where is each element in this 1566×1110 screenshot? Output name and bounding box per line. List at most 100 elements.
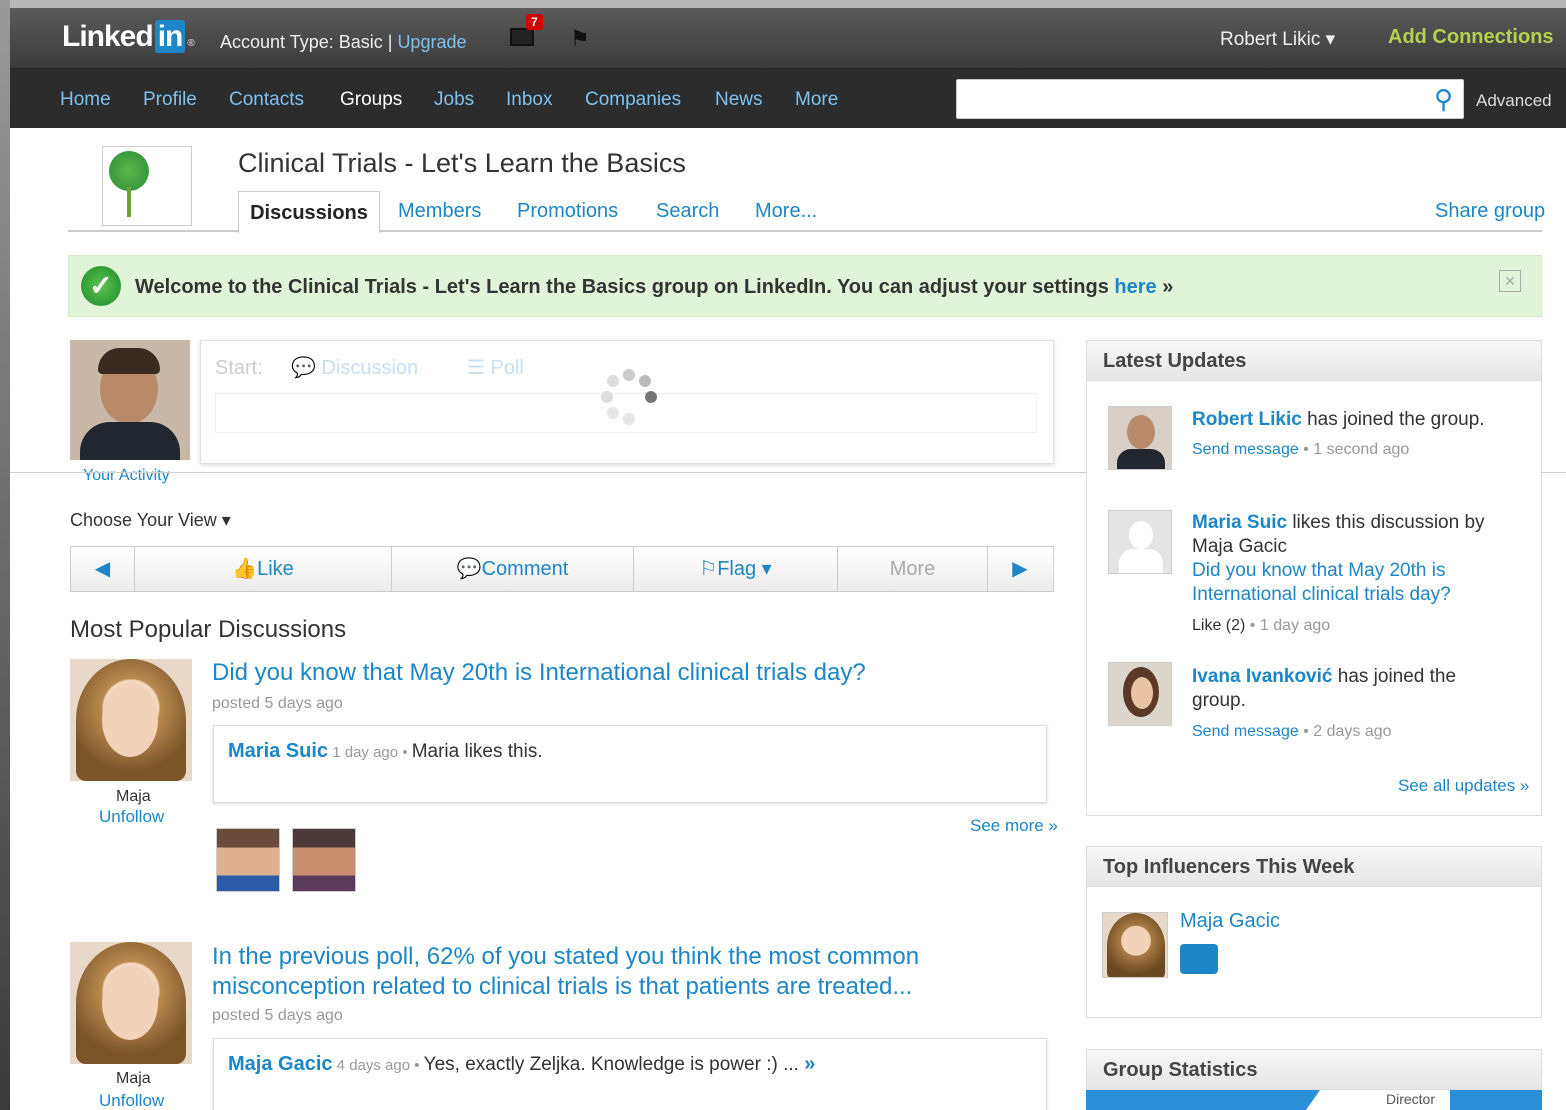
- influencer-name-link[interactable]: Maja Gacic: [1180, 910, 1280, 933]
- comment-time: 4 days ago •: [332, 1057, 424, 1074]
- discussion-title-link[interactable]: In the previous poll, 62% of you stated …: [212, 942, 932, 1002]
- like-button[interactable]: 👍Like: [135, 547, 392, 591]
- tree-icon: [109, 151, 149, 191]
- author-name: Maja: [116, 788, 151, 805]
- upgrade-link[interactable]: Upgrade: [397, 32, 466, 52]
- latest-comment: Maja Gacic 4 days ago • Yes, exactly Zel…: [213, 1038, 1047, 1110]
- checkmark-icon: ✓: [81, 266, 121, 306]
- tab-promotions[interactable]: Promotions: [517, 200, 618, 223]
- tab-search[interactable]: Search: [656, 200, 719, 223]
- poll-icon: ☰: [467, 357, 485, 379]
- nav-jobs[interactable]: Jobs: [434, 89, 474, 111]
- update-meta: Send message • 2 days ago: [1192, 723, 1392, 740]
- search-icon[interactable]: ⚲: [1434, 84, 1453, 115]
- settings-here-link[interactable]: here: [1114, 276, 1156, 298]
- group-logo[interactable]: [102, 146, 192, 226]
- send-message-link[interactable]: Send message: [1192, 723, 1299, 740]
- top-bar: Linked in ® Account Type: Basic | Upgrade …: [10, 8, 1566, 68]
- welcome-banner: ✓ Welcome to the Clinical Trials - Let's…: [68, 255, 1542, 317]
- nav-profile[interactable]: Profile: [143, 89, 197, 111]
- update-avatar[interactable]: [1108, 662, 1172, 726]
- placeholder-head: [1129, 521, 1153, 549]
- update-name-link[interactable]: Ivana Ivanković: [1192, 666, 1332, 687]
- user-menu[interactable]: Robert Likic ▾: [1220, 28, 1335, 51]
- avatar-hair: [98, 348, 160, 374]
- update-avatar[interactable]: [1108, 406, 1172, 470]
- update-item: Maria Suic likes this discussion by Maja…: [1192, 512, 1485, 605]
- choose-view-dropdown[interactable]: Choose Your View ▾: [70, 510, 231, 531]
- comment-button[interactable]: 💬Comment: [392, 547, 634, 591]
- nav-inbox[interactable]: Inbox: [506, 89, 552, 111]
- linkedin-page: Linked in ® Account Type: Basic | Upgrade …: [10, 8, 1566, 1110]
- latest-updates-heading: Latest Updates: [1087, 341, 1541, 381]
- main-nav: Home Profile Contacts Groups Jobs Inbox …: [10, 68, 1566, 128]
- notifications-flag-icon[interactable]: ⚑: [570, 26, 590, 52]
- unfollow-link[interactable]: Unfollow: [99, 807, 164, 827]
- more-button[interactable]: More: [838, 547, 988, 591]
- tab-more[interactable]: More...: [755, 200, 817, 223]
- update-avatar-placeholder[interactable]: [1108, 510, 1172, 574]
- unfollow-link[interactable]: Unfollow: [99, 1091, 164, 1110]
- placeholder-body: [1119, 549, 1163, 573]
- like-count-link[interactable]: Like (2): [1192, 617, 1245, 634]
- participant-thumbnail[interactable]: [216, 828, 280, 892]
- linkedin-logo[interactable]: Linked in ®: [62, 20, 195, 54]
- nav-contacts[interactable]: Contacts: [229, 89, 304, 111]
- influencer-avatar[interactable]: [1102, 912, 1168, 978]
- account-type: Account Type: Basic | Upgrade: [220, 32, 467, 52]
- see-more-link[interactable]: See more »: [970, 816, 1058, 836]
- update-meta: Send message • 1 second ago: [1192, 441, 1410, 458]
- author-avatar[interactable]: [70, 659, 192, 781]
- author-avatar[interactable]: [70, 942, 192, 1064]
- update-name-link[interactable]: Maria Suic: [1192, 512, 1287, 533]
- top-influencers-heading: Top Influencers This Week: [1087, 847, 1541, 887]
- nav-companies[interactable]: Companies: [585, 89, 681, 111]
- loading-spinner-icon: [601, 369, 657, 425]
- update-meta: Like (2) • 1 day ago: [1192, 617, 1331, 634]
- share-group-link[interactable]: Share group: [1435, 200, 1545, 223]
- avatar-face: [102, 966, 158, 1040]
- start-poll-button[interactable]: ☰ Poll: [467, 355, 524, 380]
- welcome-text: Welcome to the Clinical Trials - Let's L…: [135, 276, 1174, 298]
- add-connections-link[interactable]: Add Connections: [1388, 26, 1554, 49]
- start-discussion-button[interactable]: 💬 Discussion: [291, 355, 418, 380]
- avatar-face: [1131, 677, 1153, 709]
- start-label: Start:: [215, 357, 263, 379]
- see-all-updates-link[interactable]: See all updates »: [1398, 776, 1529, 796]
- comment-more-link[interactable]: »: [804, 1053, 815, 1075]
- commenter-name[interactable]: Maria Suic: [228, 740, 328, 762]
- tab-members[interactable]: Members: [398, 200, 481, 223]
- close-icon[interactable]: ✕: [1499, 270, 1521, 292]
- speech-bubble-icon: 💬: [291, 357, 316, 379]
- comment-time: 1 day ago •: [328, 744, 412, 761]
- comment-icon: 💬: [456, 558, 482, 580]
- avatar-hair: [1107, 913, 1165, 977]
- inbox-icon[interactable]: [510, 28, 534, 46]
- participant-thumbnail[interactable]: [292, 828, 356, 892]
- arrow-right-icon: ▶: [1012, 558, 1028, 580]
- update-discussion-link[interactable]: Did you know that May 20th is Internatio…: [1192, 560, 1451, 605]
- statistics-bar: [1450, 1090, 1542, 1110]
- advanced-search-link[interactable]: Advanced: [1476, 91, 1552, 111]
- discussion-title-link[interactable]: Did you know that May 20th is Internatio…: [212, 658, 1032, 688]
- avatar-suit: [1117, 449, 1165, 469]
- commenter-name[interactable]: Maja Gacic: [228, 1053, 333, 1075]
- nav-news[interactable]: News: [715, 89, 763, 111]
- send-message-link[interactable]: Send message: [1192, 441, 1299, 458]
- flag-button[interactable]: ⚐Flag ▾: [634, 547, 838, 591]
- statistics-bar: [1086, 1090, 1320, 1110]
- prev-arrow-button[interactable]: ◀: [71, 547, 135, 591]
- avatar[interactable]: [70, 340, 190, 460]
- posted-time: posted 5 days ago: [212, 1007, 343, 1024]
- search-input[interactable]: ⚲: [956, 79, 1464, 119]
- nav-groups[interactable]: Groups: [340, 89, 402, 111]
- comment-text: Yes, exactly Zeljka. Knowledge is power …: [423, 1054, 805, 1075]
- tab-discussions[interactable]: Discussions: [238, 191, 380, 233]
- screen-edge-left: [0, 0, 10, 1110]
- update-name-link[interactable]: Robert Likic: [1192, 409, 1302, 430]
- nav-home[interactable]: Home: [60, 89, 111, 111]
- thumbs-up-icon: 👍: [232, 558, 258, 580]
- next-arrow-button[interactable]: ▶: [988, 547, 1052, 591]
- nav-more[interactable]: More: [795, 89, 838, 111]
- your-activity-link[interactable]: Your Activity: [83, 467, 170, 485]
